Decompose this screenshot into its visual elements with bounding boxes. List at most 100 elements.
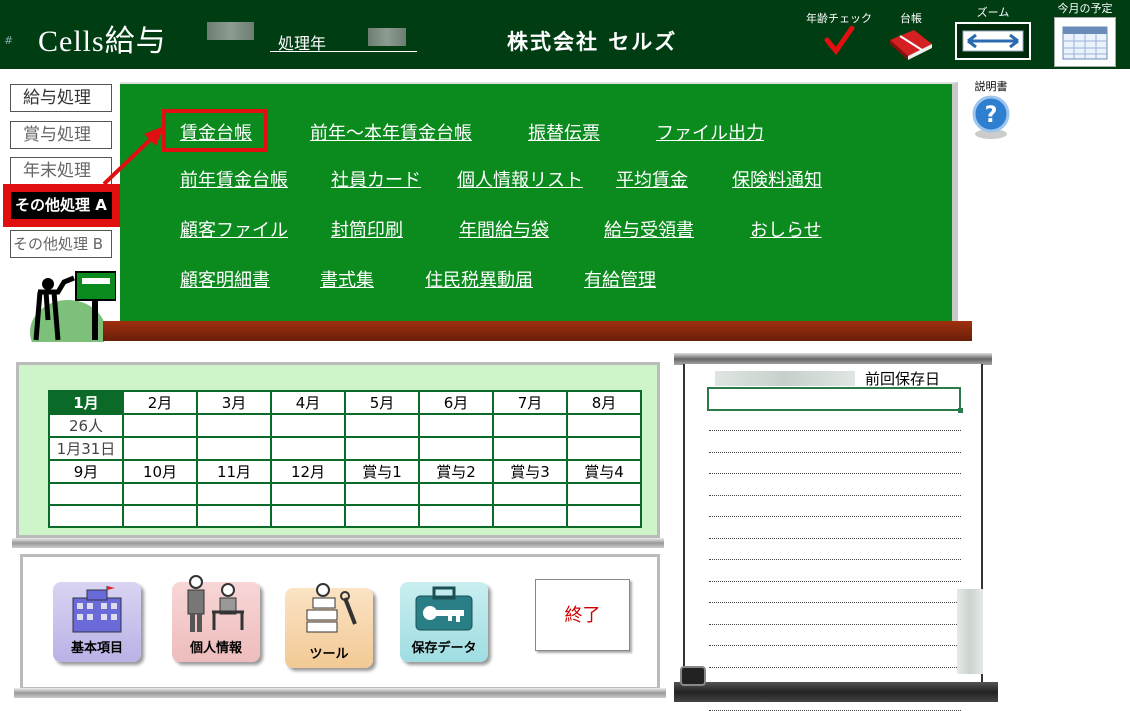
age-check-label: 年齢チェック xyxy=(806,12,872,25)
empty-cell xyxy=(344,482,420,506)
menu-forms-collection[interactable]: 書式集 xyxy=(320,266,374,292)
sidebar-item-bonus[interactable]: 賞与処理 xyxy=(10,121,112,149)
tools-button[interactable]: ツール xyxy=(285,583,373,668)
menu-pay-receipt[interactable]: 給与受領書 xyxy=(604,216,694,242)
note-line[interactable] xyxy=(709,666,961,668)
tools-shelf xyxy=(14,688,666,698)
headcount-cell xyxy=(122,413,198,438)
month-cell[interactable]: 3月 xyxy=(196,390,272,415)
month-cell[interactable]: 11月 xyxy=(196,459,272,484)
empty-cell xyxy=(492,482,568,506)
month-cell[interactable]: 2月 xyxy=(122,390,198,415)
pointer-arrow-icon xyxy=(102,126,164,186)
menu-wage-ledger[interactable]: 賃金台帳 xyxy=(180,119,252,145)
menu-annual-pay-envelope[interactable]: 年間給与袋 xyxy=(459,216,549,242)
manual-button[interactable]: 説明書 ? xyxy=(966,78,1016,143)
people-icon xyxy=(187,575,244,632)
saved-data-button[interactable]: 保存データ xyxy=(400,582,488,662)
month-cell[interactable]: 4月 xyxy=(270,390,346,415)
menu-employee-card[interactable]: 社員カード xyxy=(331,166,421,192)
note-line[interactable] xyxy=(709,580,961,582)
note-line[interactable] xyxy=(709,537,961,539)
menu-notice[interactable]: おしらせ xyxy=(750,216,822,242)
redacted-save-date xyxy=(715,371,855,386)
note-line[interactable] xyxy=(709,559,961,560)
menu-envelope-print[interactable]: 封筒印刷 xyxy=(331,216,403,242)
sidebar-item-other-a[interactable]: その他処理 A xyxy=(3,184,120,227)
menu-average-wage[interactable]: 平均賃金 xyxy=(616,166,688,192)
month-cell[interactable]: 9月 xyxy=(48,459,124,484)
monthly-schedule-button[interactable]: 今月の予定 xyxy=(1052,0,1118,67)
menu-file-output[interactable]: ファイル出力 xyxy=(656,119,764,145)
empty-cell xyxy=(270,504,346,528)
app-header: # Cells給与 処理年 株式会社 セルズ 年齢チェック 台帳 ズーム 今月の… xyxy=(0,0,1130,69)
empty-cell xyxy=(196,482,272,506)
note-line[interactable] xyxy=(709,709,961,711)
month-cell-current[interactable]: 1月 xyxy=(48,390,124,415)
exit-button[interactable]: 終了 xyxy=(535,579,630,651)
menu-resident-tax-change[interactable]: 住民税異動届 xyxy=(425,266,533,292)
key-case-icon xyxy=(415,586,473,631)
board-ledge xyxy=(103,321,972,341)
note-line[interactable] xyxy=(709,645,961,646)
zoom-button[interactable]: ズーム xyxy=(955,4,1031,60)
menu-customer-file[interactable]: 顧客ファイル xyxy=(180,216,288,242)
month-cell[interactable]: 12月 xyxy=(270,459,346,484)
notes-active-cell[interactable] xyxy=(707,387,963,413)
headcount-cell xyxy=(196,413,272,438)
empty-cell xyxy=(566,504,642,528)
date-cell: 1月31日 xyxy=(48,436,124,461)
headcount-cell xyxy=(344,413,420,438)
note-line[interactable] xyxy=(709,430,961,431)
sidebar-item-year-end[interactable]: 年末処理 xyxy=(10,157,112,185)
ledger-book-icon xyxy=(890,30,932,60)
age-check-button[interactable]: 年齢チェック xyxy=(806,10,872,59)
basic-items-label: 基本項目 xyxy=(70,641,123,656)
bonus-cell[interactable]: 賞与4 xyxy=(566,459,642,484)
month-cell[interactable]: 6月 xyxy=(418,390,494,415)
empty-cell xyxy=(418,482,494,506)
sidebar-item-label: 年末処理 xyxy=(23,161,91,181)
ledger-label: 台帳 xyxy=(900,12,922,25)
empty-cell xyxy=(122,482,198,506)
zoom-arrows-icon xyxy=(955,22,1031,60)
month-cell[interactable]: 8月 xyxy=(566,390,642,415)
sidebar-item-label: 賞与処理 xyxy=(23,125,91,145)
empty-cell xyxy=(344,504,420,528)
ledger-button[interactable]: 台帳 xyxy=(884,10,938,65)
redacted-field xyxy=(207,22,254,40)
menu-personal-info-list[interactable]: 個人情報リスト xyxy=(457,166,583,192)
personal-info-button[interactable]: 個人情報 xyxy=(172,575,260,662)
month-cell[interactable]: 5月 xyxy=(344,390,420,415)
help-question-icon: ? xyxy=(972,95,1010,139)
sidebar-item-other-b[interactable]: その他処理 B xyxy=(10,230,112,258)
empty-cell xyxy=(48,482,124,506)
month-cell[interactable]: 10月 xyxy=(122,459,198,484)
sidebar-item-label: 給与処理 xyxy=(23,88,91,108)
menu-paid-leave[interactable]: 有給管理 xyxy=(584,266,656,292)
menu-prev-this-year-wage-ledger[interactable]: 前年～本年賃金台帳 xyxy=(310,119,472,145)
note-line[interactable] xyxy=(709,516,961,517)
menu-insurance-notice[interactable]: 保険料通知 xyxy=(732,166,822,192)
calendar-shelf xyxy=(12,538,664,548)
bonus-cell[interactable]: 賞与2 xyxy=(418,459,494,484)
monthly-schedule-label: 今月の予定 xyxy=(1057,2,1113,15)
menu-prev-year-wage-ledger[interactable]: 前年賃金台帳 xyxy=(180,166,288,192)
date-cell xyxy=(344,436,420,461)
header-hash: # xyxy=(4,34,14,47)
month-cell[interactable]: 7月 xyxy=(492,390,568,415)
sidebar-item-salary[interactable]: 給与処理 xyxy=(10,84,112,112)
note-line[interactable] xyxy=(709,451,961,453)
note-line[interactable] xyxy=(709,602,961,603)
check-icon xyxy=(824,25,855,56)
date-row: 1月31日 xyxy=(48,436,642,461)
note-line[interactable] xyxy=(709,494,961,496)
menu-transfer-slip[interactable]: 振替伝票 xyxy=(528,119,600,145)
bonus-cell[interactable]: 賞与3 xyxy=(492,459,568,484)
note-line[interactable] xyxy=(709,623,961,625)
bonus-cell[interactable]: 賞与1 xyxy=(344,459,420,484)
basic-items-button[interactable]: 基本項目 xyxy=(53,582,141,662)
menu-customer-statement[interactable]: 顧客明細書 xyxy=(180,266,270,292)
note-line[interactable] xyxy=(709,473,961,474)
notes-roller-handle[interactable] xyxy=(680,666,706,686)
